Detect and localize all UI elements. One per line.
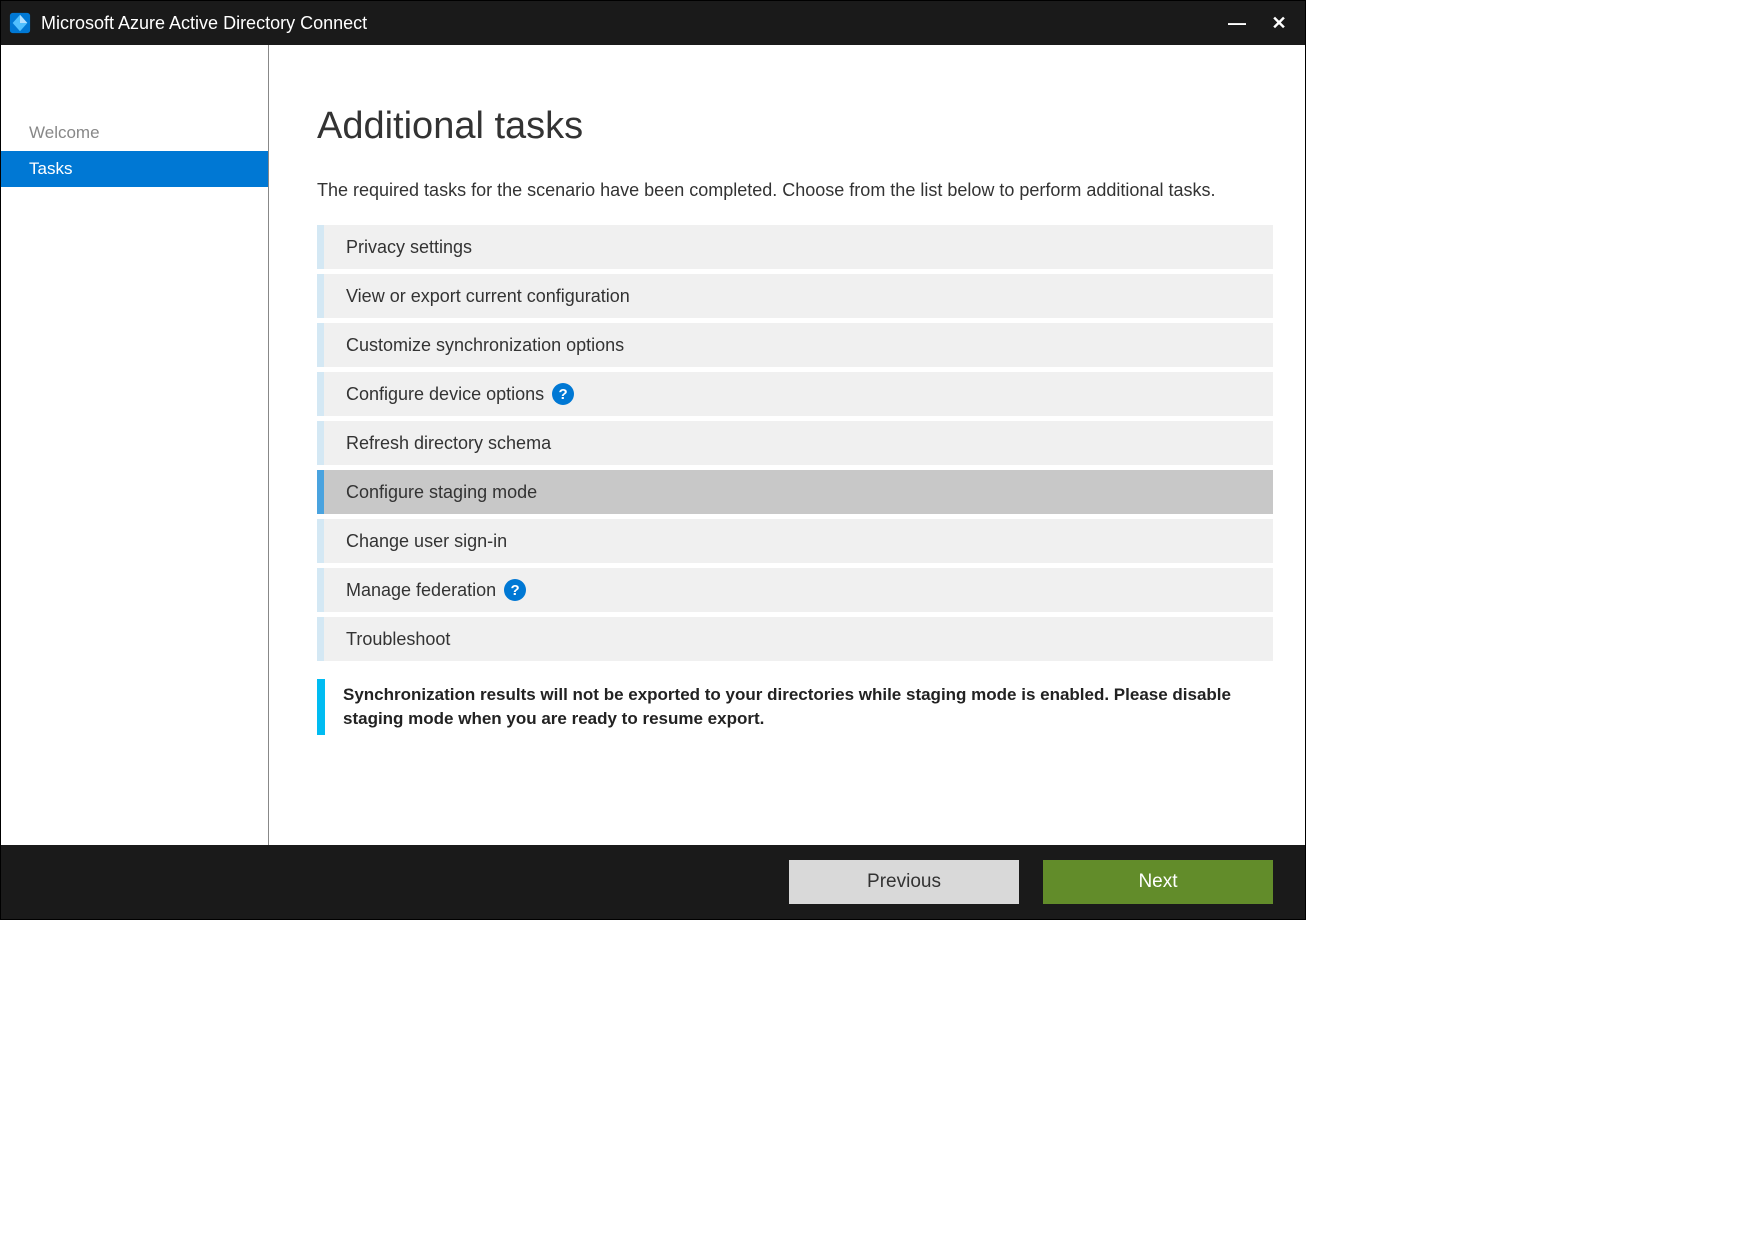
task-view-export-config[interactable]: View or export current configuration [317, 274, 1273, 318]
task-label: Privacy settings [324, 237, 472, 258]
page-title: Additional tasks [317, 105, 1273, 148]
task-label: Refresh directory schema [324, 433, 551, 454]
task-label: Configure device options [324, 384, 544, 405]
previous-button[interactable]: Previous [789, 860, 1019, 904]
sidebar-item-label: Tasks [29, 159, 72, 178]
next-button[interactable]: Next [1043, 860, 1273, 904]
task-accent [317, 421, 324, 465]
task-customize-sync[interactable]: Customize synchronization options [317, 323, 1273, 367]
main-content: Additional tasks The required tasks for … [269, 45, 1305, 845]
task-configure-device-options[interactable]: Configure device options ? [317, 372, 1273, 416]
task-change-user-signin[interactable]: Change user sign-in [317, 519, 1273, 563]
help-icon[interactable]: ? [552, 383, 574, 405]
titlebar: Microsoft Azure Active Directory Connect… [1, 1, 1305, 45]
sidebar: Welcome Tasks [1, 45, 269, 845]
sidebar-item-label: Welcome [29, 123, 100, 142]
window-title: Microsoft Azure Active Directory Connect [41, 13, 1227, 34]
close-button[interactable]: ✕ [1269, 13, 1289, 34]
note-text: Synchronization results will not be expo… [325, 679, 1273, 735]
sidebar-item-welcome[interactable]: Welcome [1, 115, 268, 151]
sidebar-item-tasks[interactable]: Tasks [1, 151, 268, 187]
task-list: Privacy settings View or export current … [317, 225, 1273, 661]
page-description: The required tasks for the scenario have… [317, 178, 1273, 203]
staging-mode-note: Synchronization results will not be expo… [317, 679, 1273, 735]
body-area: Welcome Tasks Additional tasks The requi… [1, 45, 1305, 845]
task-label: Troubleshoot [324, 629, 450, 650]
task-configure-staging-mode[interactable]: Configure staging mode [317, 470, 1273, 514]
help-icon[interactable]: ? [504, 579, 526, 601]
task-manage-federation[interactable]: Manage federation ? [317, 568, 1273, 612]
task-accent [317, 323, 324, 367]
task-refresh-schema[interactable]: Refresh directory schema [317, 421, 1273, 465]
task-accent [317, 617, 324, 661]
task-label: View or export current configuration [324, 286, 630, 307]
footer: Previous Next [1, 845, 1305, 919]
azure-logo-icon [9, 12, 31, 34]
task-label: Customize synchronization options [324, 335, 624, 356]
task-troubleshoot[interactable]: Troubleshoot [317, 617, 1273, 661]
task-accent [317, 519, 324, 563]
task-accent [317, 225, 324, 269]
minimize-button[interactable]: — [1227, 13, 1247, 34]
app-window: Microsoft Azure Active Directory Connect… [0, 0, 1306, 920]
task-label: Change user sign-in [324, 531, 507, 552]
note-accent-bar [317, 679, 325, 735]
task-privacy-settings[interactable]: Privacy settings [317, 225, 1273, 269]
task-label: Configure staging mode [324, 482, 537, 503]
window-controls: — ✕ [1227, 13, 1297, 34]
task-accent [317, 372, 324, 416]
task-label: Manage federation [324, 580, 496, 601]
task-accent [317, 568, 324, 612]
task-accent [317, 274, 324, 318]
task-accent [317, 470, 324, 514]
